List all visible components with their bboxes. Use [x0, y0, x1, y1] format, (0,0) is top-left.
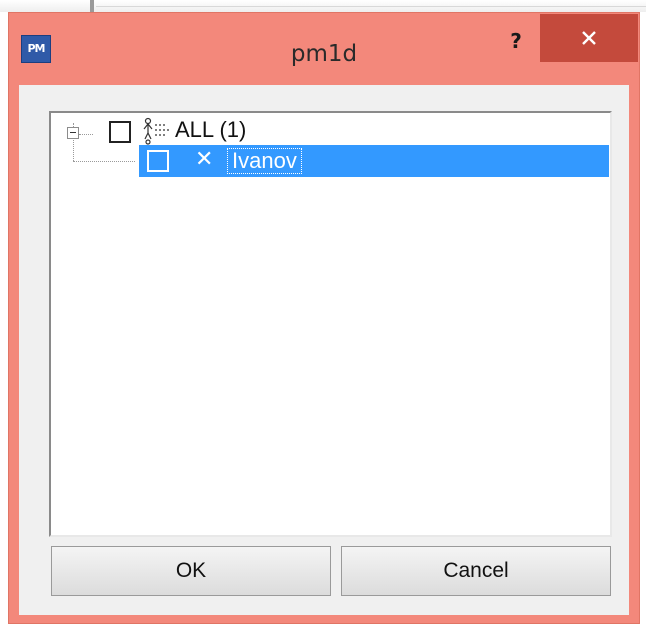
background-divider — [90, 0, 94, 12]
collapse-toggle-icon[interactable] — [67, 127, 79, 139]
tree-node-label: ALL (1) — [175, 117, 247, 142]
user-tree-view[interactable]: ALL (1) ✕ Ivanov — [49, 111, 612, 537]
dialog-window: PM pm1d ? ALL (1) ✕ Ivanov OK Cancel — [8, 12, 640, 624]
dialog-client-area: ALL (1) ✕ Ivanov OK Cancel — [19, 85, 629, 615]
close-icon — [582, 31, 596, 45]
background-line — [96, 6, 646, 7]
close-button[interactable] — [540, 14, 638, 62]
user-group-icon — [143, 117, 169, 145]
x-icon: ✕ — [195, 147, 214, 172]
tree-connector-child — [73, 161, 135, 162]
root-checkbox[interactable] — [109, 121, 131, 143]
tree-node-child[interactable]: ✕ Ivanov — [139, 145, 609, 177]
title-bar[interactable]: PM pm1d ? — [9, 13, 639, 85]
child-checkbox[interactable] — [147, 150, 169, 172]
tree-node-label: Ivanov — [227, 148, 302, 174]
cancel-button[interactable]: Cancel — [341, 546, 611, 596]
help-button[interactable]: ? — [493, 21, 539, 61]
ok-button[interactable]: OK — [51, 546, 331, 596]
background-strip — [0, 0, 646, 12]
